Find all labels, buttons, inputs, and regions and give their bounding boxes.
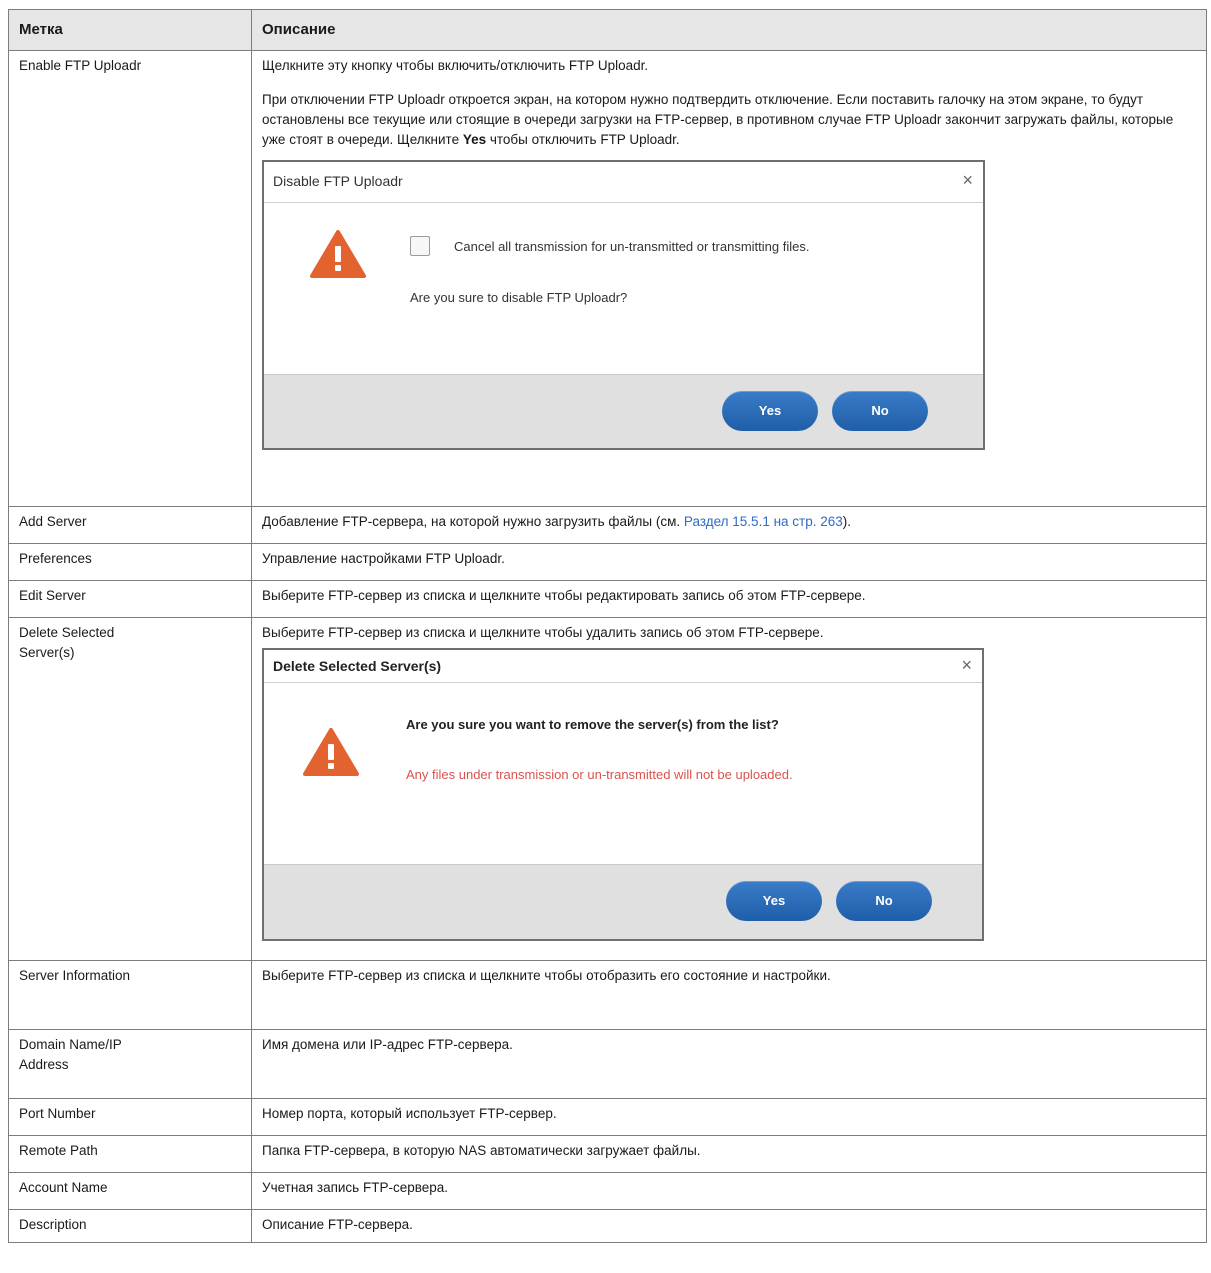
table-row: Preferences Управление настройками FTP U… — [8, 543, 1207, 581]
table-row: Add Server Добавление FTP-сервера, на ко… — [8, 506, 1207, 544]
row-label: Domain Name/IP Address — [8, 1029, 252, 1099]
row-description: Имя домена или IP-адрес FTP-сервера. — [251, 1029, 1207, 1099]
header-description: Описание — [251, 9, 1207, 51]
row-label: Remote Path — [8, 1135, 252, 1173]
row-description: Управление настройками FTP Uploadr. — [251, 543, 1207, 581]
bold-term: Yes — [462, 132, 487, 147]
row-description: Добавление FTP-сервера, на которой нужно… — [251, 506, 1207, 544]
confirm-question: Are you sure to disable FTP Uploadr? — [410, 290, 628, 305]
row-description: Щелкните эту кнопку чтобы включить/отклю… — [251, 50, 1207, 507]
row-label: Preferences — [8, 543, 252, 581]
dialog-body: Are you sure you want to remove the serv… — [264, 683, 982, 864]
row-description: Номер порта, который использует FTP-серв… — [251, 1098, 1207, 1136]
disable-ftp-dialog-screenshot: Disable FTP Uploadr × Cancel all transmi… — [262, 160, 985, 450]
row-label: Port Number — [8, 1098, 252, 1136]
row-description: Папка FTP-сервера, в которую NAS автомат… — [251, 1135, 1207, 1173]
row-label: Delete Selected Server(s) — [8, 617, 252, 961]
section-link[interactable]: Раздел 15.5.1 на стр. 263 — [684, 514, 843, 529]
yes-button[interactable]: Yes — [726, 881, 822, 921]
warning-message: Any files under transmission or un-trans… — [406, 767, 793, 782]
no-button[interactable]: No — [832, 391, 928, 431]
close-icon[interactable]: × — [962, 170, 973, 190]
table-row: Remote Path Папка FTP-сервера, в которую… — [8, 1135, 1207, 1173]
confirm-question: Are you sure you want to remove the serv… — [406, 717, 779, 732]
row-label: Account Name — [8, 1172, 252, 1210]
dialog-title: Delete Selected Server(s) — [273, 658, 442, 674]
row-label: Server Information — [8, 960, 252, 1030]
yes-button[interactable]: Yes — [722, 391, 818, 431]
checkbox-label: Cancel all transmission for un-transmitt… — [454, 239, 810, 254]
table-row: Server Information Выберите FTP-сервер и… — [8, 960, 1207, 1030]
description-text: При отключении FTP Uploadr откроется экр… — [262, 92, 1174, 147]
dialog-footer: Yes No — [264, 864, 982, 939]
row-description: Выберите FTP-сервер из списка и щелкните… — [251, 617, 1207, 961]
row-label: Enable FTP Uploadr — [8, 50, 252, 507]
table-row: Port Number Номер порта, который использ… — [8, 1098, 1207, 1136]
dialog-titlebar: Delete Selected Server(s) × — [264, 650, 982, 683]
delete-servers-dialog-screenshot: Delete Selected Server(s) × Are you sure… — [262, 648, 984, 941]
row-label: Edit Server — [8, 580, 252, 618]
row-label: Description — [8, 1209, 252, 1243]
description-text: Щелкните эту кнопку чтобы включить/отклю… — [262, 58, 649, 73]
description-table: Метка Описание Enable FTP Uploadr Щелкни… — [8, 9, 1207, 1243]
warning-icon — [310, 230, 366, 278]
row-description: Учетная запись FTP-сервера. — [251, 1172, 1207, 1210]
dialog-title: Disable FTP Uploadr — [273, 173, 403, 189]
row-description: Описание FTP-сервера. — [251, 1209, 1207, 1243]
table-row: Description Описание FTP-сервера. — [8, 1209, 1207, 1243]
table-row: Account Name Учетная запись FTP-сервера. — [8, 1172, 1207, 1210]
row-description: Выберите FTP-сервер из списка и щелкните… — [251, 580, 1207, 618]
row-description: Выберите FTP-сервер из списка и щелкните… — [251, 960, 1207, 1030]
dialog-body: Cancel all transmission for un-transmitt… — [264, 203, 983, 374]
dialog-footer: Yes No — [264, 374, 983, 448]
cancel-transmission-checkbox[interactable] — [410, 236, 430, 256]
warning-icon — [303, 728, 359, 776]
table-row: Enable FTP Uploadr Щелкните эту кнопку ч… — [8, 50, 1207, 507]
row-label: Add Server — [8, 506, 252, 544]
document-page: Метка Описание Enable FTP Uploadr Щелкни… — [0, 0, 1211, 1273]
table-row: Edit Server Выберите FTP-сервер из списк… — [8, 580, 1207, 618]
table-row: Domain Name/IP Address Имя домена или IP… — [8, 1029, 1207, 1099]
header-label: Метка — [8, 9, 252, 51]
description-text: Выберите FTP-сервер из списка и щелкните… — [262, 625, 824, 640]
no-button[interactable]: No — [836, 881, 932, 921]
table-header-row: Метка Описание — [8, 9, 1207, 51]
dialog-titlebar: Disable FTP Uploadr × — [264, 162, 983, 203]
table-row: Delete Selected Server(s) Выберите FTP-с… — [8, 617, 1207, 961]
close-icon[interactable]: × — [961, 655, 972, 675]
